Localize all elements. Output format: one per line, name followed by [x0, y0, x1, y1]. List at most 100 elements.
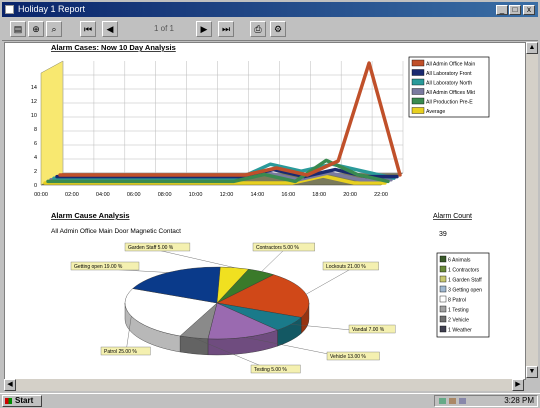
pie-leader-line	[306, 268, 351, 295]
line-legend-swatch	[411, 69, 425, 76]
pie-slice-label: Vehicle 13.00 %	[330, 354, 366, 360]
y-tick-label: 4	[34, 155, 37, 161]
pie-section-title: Alarm Cause Analysis	[51, 211, 130, 220]
pie-legend-swatch	[439, 285, 447, 293]
scroll-right-icon[interactable]: ▶	[512, 379, 524, 391]
system-tray: 3:28 PM	[434, 395, 538, 407]
vertical-scrollbar[interactable]: ▲ ▼	[526, 42, 538, 378]
line-chart-title: Alarm Cases: Now 10 Day Analysis	[51, 43, 176, 52]
pie-leader-line	[157, 249, 235, 268]
prev-page-icon[interactable]: ◀	[102, 21, 118, 37]
pie-legend-label: 8 Patrol	[448, 298, 466, 304]
x-tick-label: 20:00	[343, 192, 357, 198]
line-legend-label: All Production Pre-E	[426, 100, 473, 106]
scroll-down-icon[interactable]: ▼	[526, 366, 538, 378]
pie-slice-label: Patrol 25.00 %	[104, 349, 137, 355]
x-tick-label: 22:00	[374, 192, 388, 198]
alarm-count-label: Alarm Count	[433, 213, 472, 220]
line-legend-swatch	[411, 88, 425, 95]
x-tick-label: 10:00	[189, 192, 203, 198]
clock: 3:28 PM	[504, 396, 534, 405]
y-axis-ticks: 0 2 4 6 8 10 12 14	[31, 85, 37, 189]
pie-legend-swatch	[439, 295, 447, 303]
taskbar: Start 3:28 PM	[0, 393, 540, 408]
last-page-icon[interactable]: ⏭	[218, 21, 234, 37]
first-page-icon[interactable]: ⏮	[80, 21, 96, 37]
line-legend-swatch	[411, 97, 425, 105]
search-icon[interactable]: ⌕	[46, 21, 62, 37]
y-tick-label: 14	[31, 85, 37, 91]
x-tick-label: 06:00	[127, 192, 141, 198]
report-window: Holiday 1 Report _ □ x ▤ ⊕ ⌕ ⏮ ◀ 1 of 1 …	[0, 0, 540, 408]
pie-legend-swatch	[439, 325, 447, 333]
pie-legend-swatch	[439, 275, 447, 283]
x-axis-ticks: 00:00 02:00 04:00 06:00 08:00 10:00 12:00 14:00…	[34, 192, 388, 198]
y-tick-label: 2	[34, 169, 37, 175]
line-legend-label: All Admin Offices Mkt	[426, 90, 475, 96]
pie-leader-line	[261, 249, 285, 272]
report-canvas: Alarm Cases: Now 10 Day Analysis 0 2 4 6 8 10…	[31, 43, 490, 374]
y-tick-label: 6	[34, 141, 37, 147]
pie-legend-label: 3 Getting open	[448, 288, 482, 294]
y-tick-label: 0	[34, 183, 37, 189]
x-tick-label: 08:00	[158, 192, 172, 198]
window-title: Holiday 1 Report	[18, 4, 86, 14]
x-tick-label: 02:00	[65, 192, 79, 198]
scroll-left-icon[interactable]: ◀	[4, 379, 16, 391]
close-button[interactable]: x	[523, 5, 535, 15]
pie-legend-label: 1 Testing	[448, 308, 469, 314]
line-legend-swatch	[411, 107, 425, 114]
pie-legend-swatch	[439, 305, 447, 313]
line-legend-swatch	[411, 78, 425, 86]
pie-legend-label: 2 Vehicle	[448, 318, 469, 324]
app-icon	[5, 5, 14, 14]
minimize-button[interactable]: _	[496, 5, 508, 15]
tray-app-icon	[459, 398, 466, 404]
x-tick-label: 04:00	[96, 192, 110, 198]
pie-legend-swatch	[439, 265, 447, 273]
y-tick-label: 12	[31, 99, 37, 105]
report-page: Alarm Cases: Now 10 Day Analysis 0 2 4 6 8 10…	[4, 42, 526, 380]
windows-flag-icon	[5, 398, 12, 404]
next-page-icon[interactable]: ▶	[196, 21, 212, 37]
line-legend-label: All Laboratory Front	[426, 71, 472, 77]
pie-legend-label: 1 Garden Staff	[448, 278, 482, 284]
pie-legend-box	[436, 252, 490, 338]
y-tick-label: 8	[34, 127, 37, 133]
x-tick-label: 16:00	[281, 192, 295, 198]
tray-network-icon	[439, 398, 446, 404]
title-bar: Holiday 1 Report _ □ x	[2, 2, 538, 17]
scroll-up-icon[interactable]: ▲	[526, 42, 538, 54]
tray-volume-icon	[449, 398, 456, 404]
setup-icon[interactable]: ⚙	[270, 21, 286, 37]
start-label: Start	[15, 396, 34, 405]
pie-chart	[124, 266, 310, 356]
x-tick-label: 00:00	[34, 192, 48, 198]
x-tick-label: 18:00	[312, 192, 326, 198]
pie-slice-label: Getting open 19.00 %	[74, 264, 123, 270]
page-indicator: 1 of 1	[142, 21, 186, 37]
line-legend-label: Average	[426, 109, 445, 115]
start-button[interactable]: Start	[2, 395, 42, 407]
pie-legend-label: 1 Weather	[448, 328, 472, 334]
print-icon[interactable]: ▤	[10, 21, 26, 37]
y-tick-label: 10	[31, 113, 37, 119]
pie-slice-label: Testing 5.00 %	[254, 367, 287, 373]
line-legend-label: All Admin Office Main	[426, 62, 475, 68]
pie-legend-label: 1 Contractors	[448, 268, 480, 274]
zoom-icon[interactable]: ⊕	[28, 21, 44, 37]
toolbar: ▤ ⊕ ⌕ ⏮ ◀ 1 of 1 ▶ ⏭ ⎙ ⚙	[2, 18, 538, 41]
pie-legend-label: 6 Animals	[448, 258, 471, 264]
export-icon[interactable]: ⎙	[250, 21, 266, 37]
pie-legend-swatch	[439, 315, 447, 323]
pie-slice-label: Contractors 5.00 %	[256, 245, 299, 251]
horizontal-scrollbar[interactable]: ◀ ▶	[4, 379, 524, 391]
x-tick-label: 14:00	[250, 192, 264, 198]
line-legend-swatch	[411, 59, 425, 67]
maximize-button[interactable]: □	[509, 5, 521, 15]
line-series-group	[43, 61, 402, 185]
pie-legend-swatch	[439, 255, 447, 263]
alarm-count-value: 39	[439, 231, 447, 238]
line-series	[58, 61, 402, 177]
x-tick-label: 12:00	[220, 192, 234, 198]
